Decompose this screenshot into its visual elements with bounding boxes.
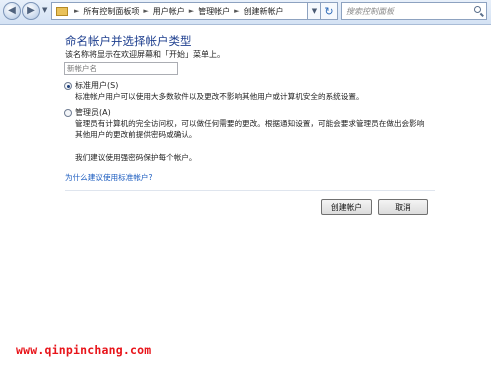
standard-user-label[interactable]: 标准用户(S) xyxy=(75,80,118,91)
control-panel-folder-icon xyxy=(56,6,68,16)
recent-pages-dropdown-icon[interactable]: ▼ xyxy=(42,6,47,14)
create-account-button[interactable]: 创建帐户 xyxy=(321,199,372,215)
administrator-radio[interactable] xyxy=(64,109,72,117)
breadcrumb-manage-accounts[interactable]: 管理帐户 xyxy=(197,6,231,17)
breadcrumb-separator-icon[interactable]: ► xyxy=(143,7,148,15)
address-bar[interactable]: ► 所有控制面板项 ► 用户帐户 ► 管理帐户 ► 创建新帐户 xyxy=(51,2,308,20)
why-standard-account-link[interactable]: 为什么建议使用标准帐户? xyxy=(65,172,153,183)
name-instruction: 该名称将显示在欢迎屏幕和「开始」菜单上。 xyxy=(65,50,225,59)
breadcrumb-separator-icon[interactable]: ► xyxy=(234,7,239,15)
standard-user-description: 标准帐户用户可以使用大多数软件以及更改不影响其他用户或计算机安全的系统设置。 xyxy=(75,92,364,101)
breadcrumb-separator-icon[interactable]: ► xyxy=(189,7,194,15)
page-title: 命名帐户并选择帐户类型 xyxy=(65,34,192,48)
back-arrow-icon[interactable]: ◀ xyxy=(3,2,21,20)
administrator-description-line: 管理员有计算机的完全访问权，可以做任何需要的更改。根据通知设置，可能会要求管理员… xyxy=(75,119,425,128)
account-name-input[interactable] xyxy=(64,62,178,75)
breadcrumb-all-control-panel-items[interactable]: 所有控制面板项 xyxy=(82,6,140,17)
administrator-label[interactable]: 管理员(A) xyxy=(75,107,111,118)
site-watermark: www.qinpinchang.com xyxy=(16,343,152,357)
breadcrumb-user-accounts[interactable]: 用户帐户 xyxy=(152,6,186,17)
search-icon[interactable] xyxy=(474,6,481,13)
administrator-description: 管理员有计算机的完全访问权，可以做任何需要的更改。根据通知设置，可能会要求管理员… xyxy=(75,118,424,140)
search-placeholder: 搜索控制面板 xyxy=(346,6,394,16)
forward-arrow-icon[interactable]: ▶ xyxy=(22,2,40,20)
breadcrumb-create-new-account[interactable]: 创建新帐户 xyxy=(243,6,285,17)
standard-user-radio[interactable] xyxy=(64,82,72,90)
navigation-bar: ◀ ▶ ▼ ► 所有控制面板项 ► 用户帐户 ► 管理帐户 ► 创建新帐户 ▼ … xyxy=(0,0,491,25)
refresh-icon[interactable]: ↻ xyxy=(320,2,338,20)
search-input[interactable]: 搜索控制面板 xyxy=(341,2,487,20)
cancel-button[interactable]: 取消 xyxy=(378,199,428,215)
divider xyxy=(65,190,435,191)
password-recommendation: 我们建议使用强密码保护每个帐户。 xyxy=(75,153,197,162)
breadcrumb-separator-icon[interactable]: ► xyxy=(74,7,79,15)
administrator-description-line: 其他用户的更改前提供密码或确认。 xyxy=(75,130,197,139)
